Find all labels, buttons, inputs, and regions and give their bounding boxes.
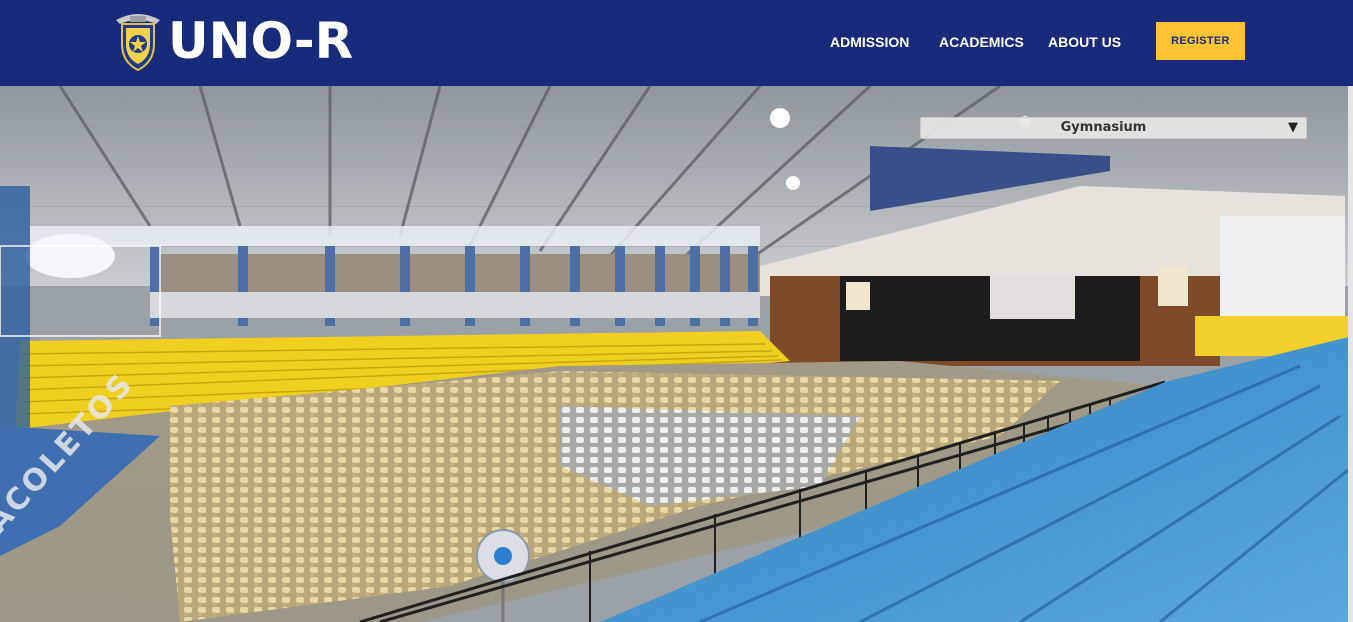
nav-about-us[interactable]: ABOUT US (1048, 33, 1121, 51)
location-dropdown[interactable]: Gymnasium ▼ (920, 117, 1307, 139)
university-crest-icon (116, 14, 160, 72)
nav-academics[interactable]: ACADEMICS (939, 33, 1024, 51)
selected-location: Gymnasium (1060, 120, 1147, 135)
gymnasium-panorama-image (0, 86, 1353, 622)
virtual-tour-panorama[interactable]: ACOLETOS (0, 86, 1353, 622)
page-scrollbar[interactable] (1348, 86, 1353, 622)
brand-name: UNO-R (168, 12, 354, 70)
top-navbar: UNO-R ADMISSION ACADEMICS ABOUT US REGIS… (0, 0, 1353, 86)
dropdown-caret-icon: ▼ (1288, 120, 1298, 135)
register-button[interactable]: REGISTER (1156, 22, 1245, 60)
nav-admission[interactable]: ADMISSION (830, 33, 909, 51)
site-logo[interactable]: UNO-R (112, 10, 353, 72)
